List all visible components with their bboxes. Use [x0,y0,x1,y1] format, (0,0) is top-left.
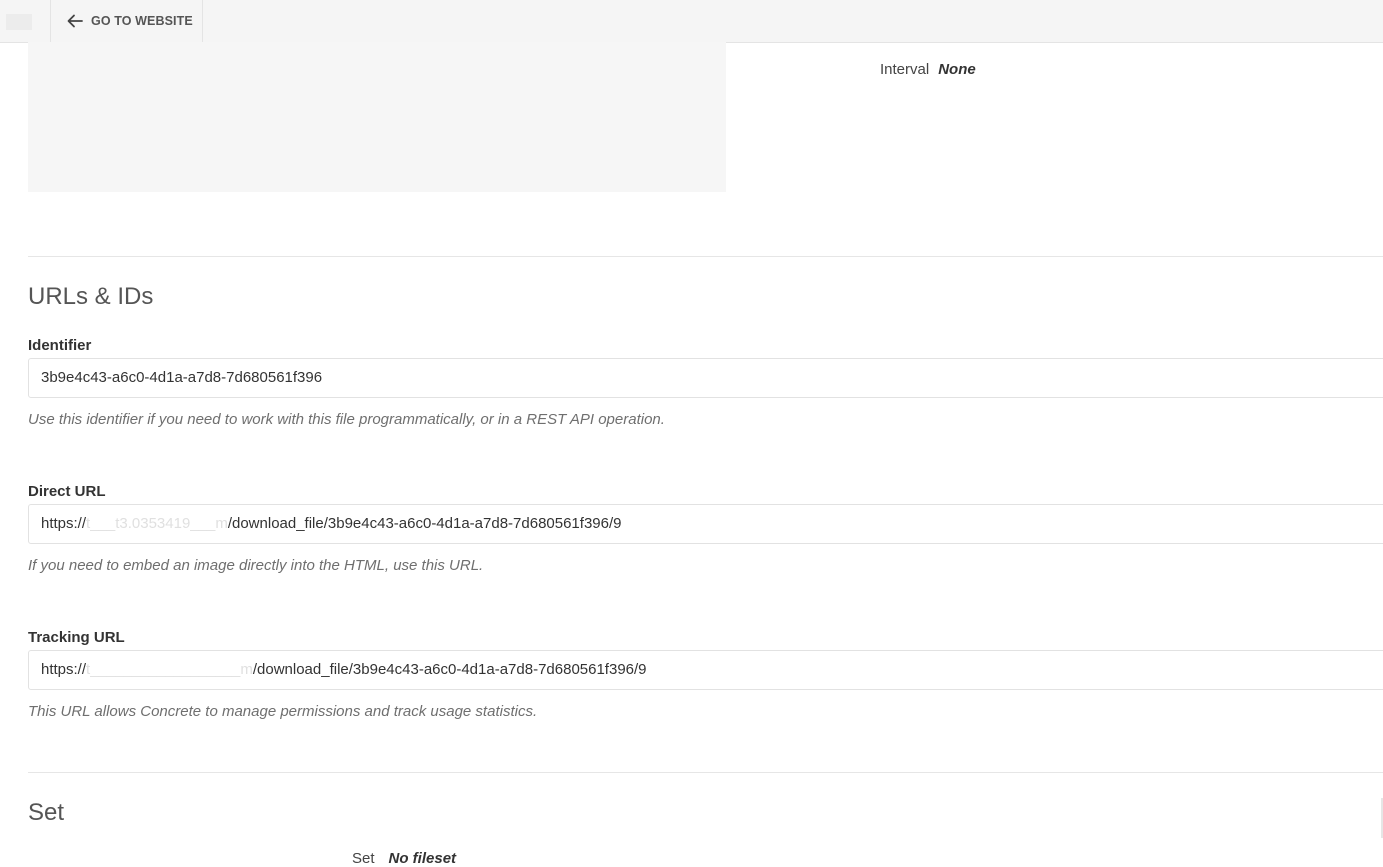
direct-url-redacted: t___t3.0353419___m [86,515,228,532]
interval-value: None [938,61,976,78]
tracking-url-field[interactable]: https://t__________________m/download_fi… [28,650,1383,690]
identifier-label: Identifier [28,337,92,354]
identifier-field[interactable]: 3b9e4c43-a6c0-4d1a-a7d8-7d680561f396 [28,358,1383,398]
direct-url-help: If you need to embed an image directly i… [28,557,484,574]
menu-icon [6,14,32,30]
identifier-help: Use this identifier if you need to work … [28,411,665,428]
direct-url-suffix: /download_file/3b9e4c43-a6c0-4d1a-a7d8-7… [227,515,622,532]
direct-url-field[interactable]: https://t___t3.0353419___m/download_file… [28,504,1383,544]
interval-row: Interval None [880,61,976,78]
top-toolbar: GO TO WEBSITE [0,0,1383,43]
direct-url-prefix: https:// [41,515,87,532]
direct-url-label: Direct URL [28,483,106,500]
go-to-website-button[interactable]: GO TO WEBSITE [50,0,203,42]
tracking-url-suffix: /download_file/3b9e4c43-a6c0-4d1a-a7d8-7… [252,661,647,678]
identifier-value: 3b9e4c43-a6c0-4d1a-a7d8-7d680561f396 [41,369,323,386]
set-section-title: Set [28,799,65,826]
set-value: No fileset [388,850,457,867]
tracking-url-help: This URL allows Concrete to manage permi… [28,703,538,720]
interval-label: Interval [880,61,930,78]
urls-section-title: URLs & IDs [28,283,154,310]
tracking-url-prefix: https:// [41,661,87,678]
go-to-website-label: GO TO WEBSITE [91,14,193,28]
tracking-url-label: Tracking URL [28,629,125,646]
set-label: Set [352,850,375,867]
tracking-url-redacted: t__________________m [86,661,253,678]
section-divider [28,772,1383,773]
menu-toggle[interactable] [0,0,51,42]
section-divider [28,256,1383,257]
set-row: Set No fileset [352,850,456,867]
arrow-left-icon [67,14,83,28]
file-preview-area [28,42,726,192]
